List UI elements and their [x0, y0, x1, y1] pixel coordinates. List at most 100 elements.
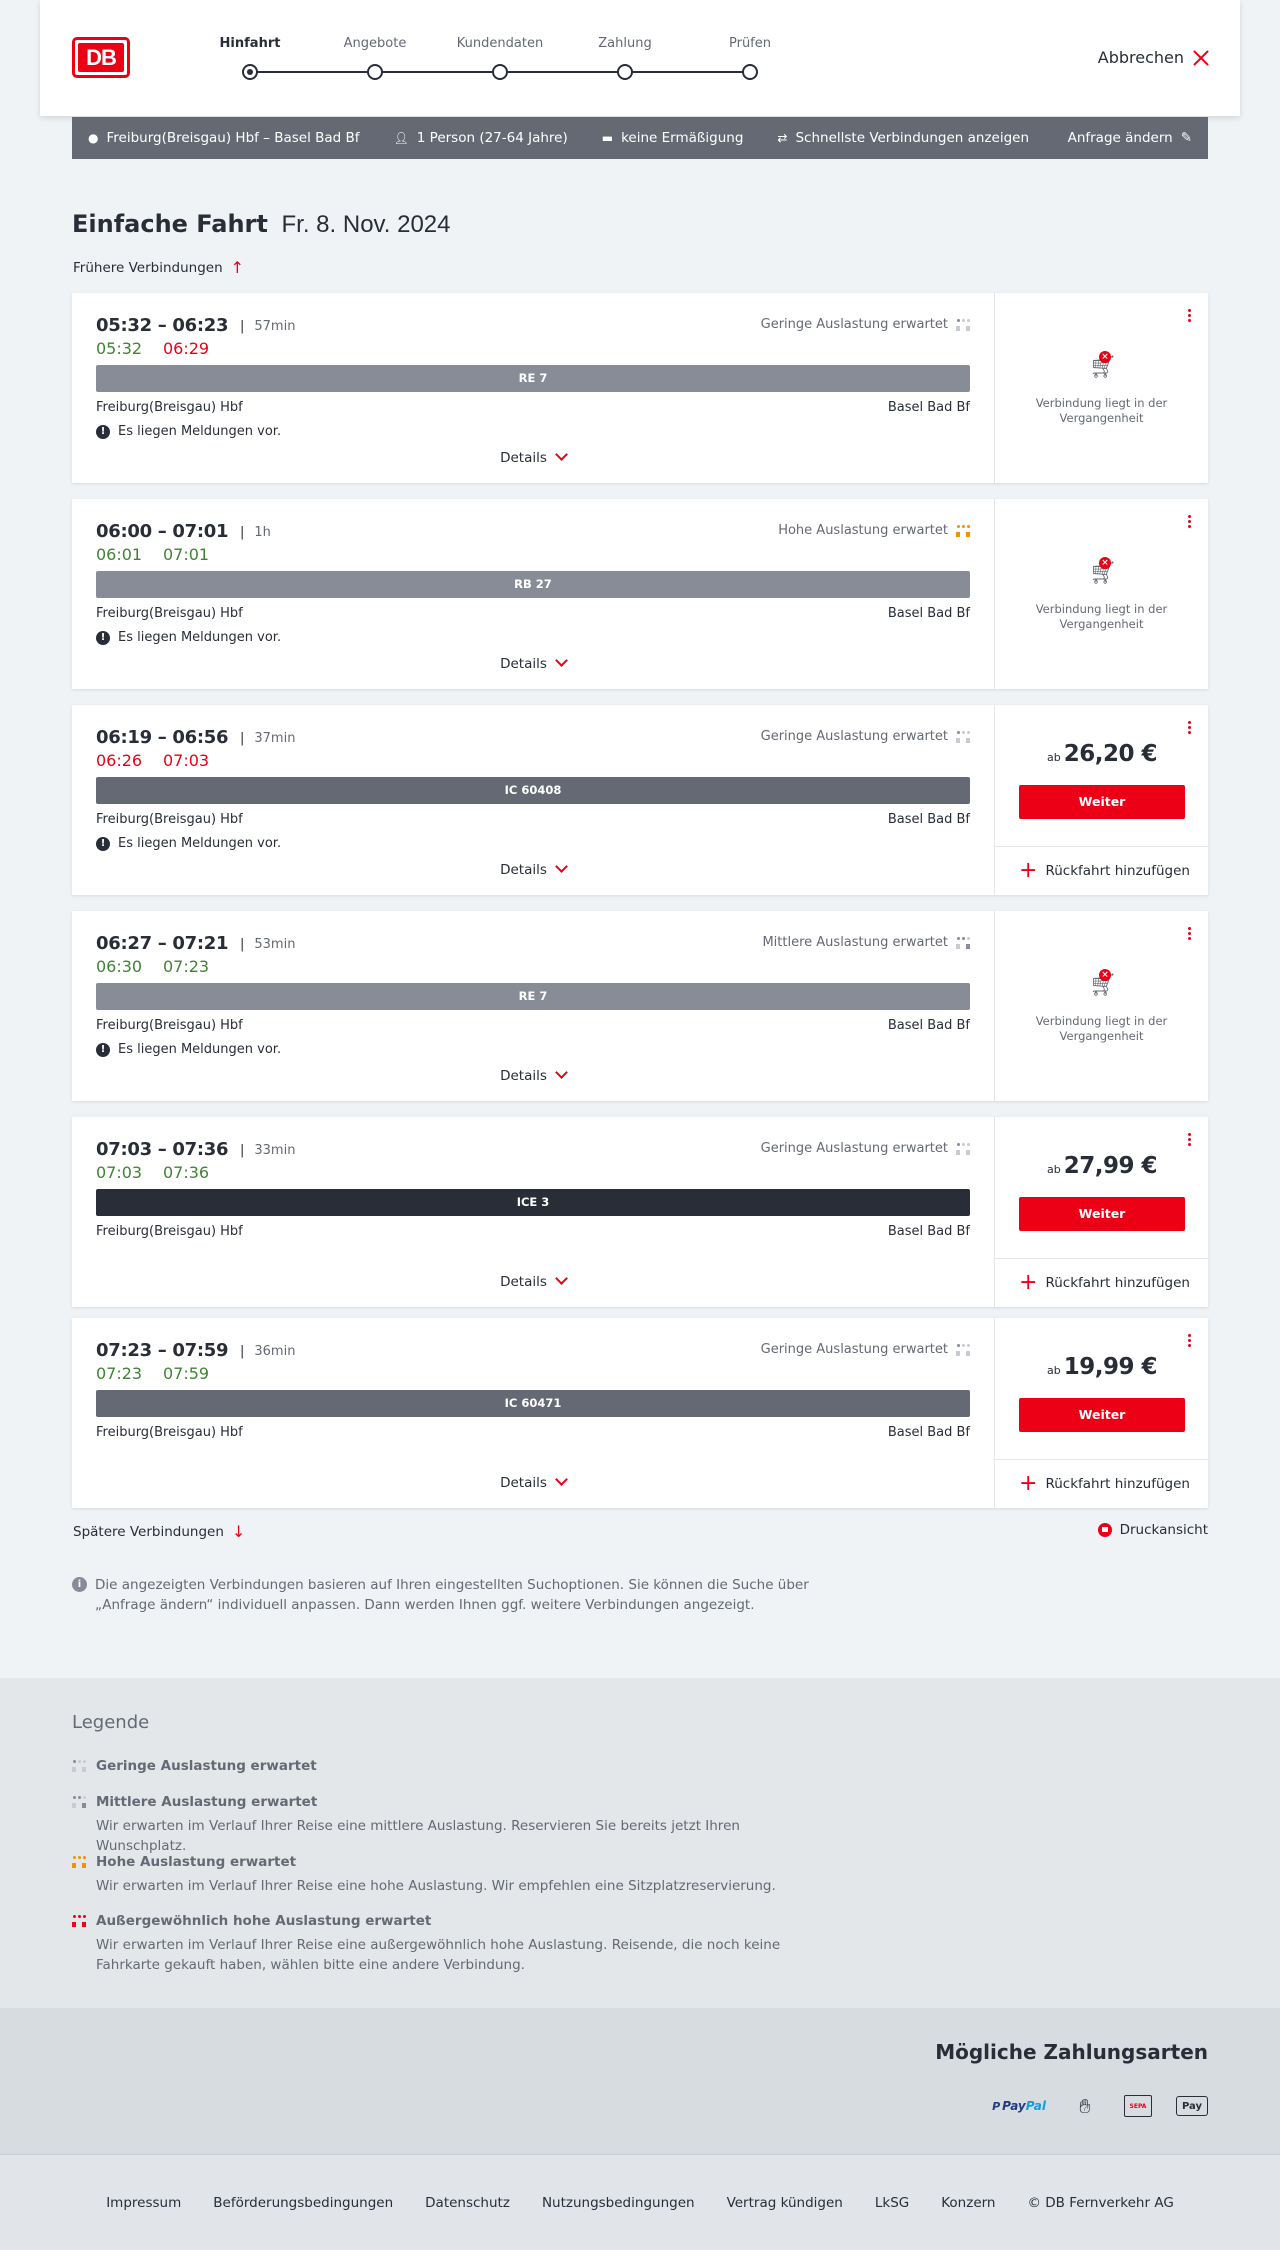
footer-link-vertrag-kuendigen[interactable]: Vertrag kündigen: [727, 2195, 843, 2211]
connection-card[interactable]: 05:32 – 06:23 57min 05:32 06:29 Geringe Ausl…: [72, 293, 1208, 483]
apple-pay-icon: Pay: [1176, 2096, 1208, 2116]
legend-item-label: Außergewöhnlich hohe Auslastung erwartet: [96, 1913, 432, 1929]
connection-main: 06:27 – 07:21 53min 06:30 07:23 Mittlere Aus…: [72, 911, 994, 1101]
train-line-bar[interactable]: IC 60408: [96, 777, 970, 804]
occupancy-dot: [956, 1343, 960, 1347]
connection-card[interactable]: 06:19 – 06:56 37min 06:26 07:03 Geringe Ausl…: [72, 705, 1208, 895]
occupancy-bar: [956, 943, 960, 949]
departure-station: Freiburg(Breisgau) Hbf: [96, 812, 243, 827]
realtime-arrival: 07:03: [163, 751, 210, 770]
apple-pay-text: Pay: [1181, 2100, 1203, 2112]
paypal-icon: P Pay Pal: [992, 2099, 1046, 2113]
footer-link-nutzungsbedingungen[interactable]: Nutzungsbedingungen: [542, 2195, 695, 2211]
print-view-link[interactable]: Druckansicht: [1097, 1522, 1208, 1538]
footer-link-datenschutz[interactable]: Datenschutz: [425, 2195, 510, 2211]
passenger-summary[interactable]: 👤︎ 1 Person (27-64 Jahre): [394, 130, 568, 146]
page-title: Einfache Fahrt Fr. 8. Nov. 2024: [72, 210, 451, 239]
connection-offer: 🛒︎ × Verbindung liegt in der Vergangenheit: [994, 293, 1208, 483]
later-connections-link[interactable]: Spätere Verbindungen ↓: [73, 1522, 245, 1541]
notice-text: Es liegen Meldungen vor.: [118, 836, 282, 851]
occupancy-dot: [77, 1915, 81, 1918]
occupancy-dot: [72, 1760, 76, 1763]
occupancy-text: Geringe Auslastung erwartet: [760, 1342, 948, 1357]
connection-card[interactable]: 06:00 – 07:01 1h 06:01 07:01 Hohe Auslastung…: [72, 499, 1208, 689]
earlier-connections-link[interactable]: Frühere Verbindungen ↑: [73, 258, 244, 277]
sepa-text: SEPA: [1129, 2102, 1147, 2110]
train-line-bar[interactable]: RE 7: [96, 983, 970, 1010]
details-toggle[interactable]: Details: [72, 654, 994, 672]
edit-request-button[interactable]: Anfrage ändern ✎: [1068, 130, 1192, 146]
travel-date: Fr. 8. Nov. 2024: [281, 211, 451, 238]
train-line-bar[interactable]: ICE 3: [96, 1189, 970, 1216]
info-text: Die angezeigten Verbindungen basieren au…: [95, 1577, 809, 1613]
step-angebote: Angebote: [315, 34, 435, 80]
more-options-icon[interactable]: [1188, 721, 1192, 737]
details-toggle[interactable]: Details: [72, 1473, 994, 1491]
occupancy-bar: [966, 737, 970, 743]
continue-button[interactable]: Weiter: [1019, 1197, 1185, 1231]
x-badge-icon: ×: [1099, 557, 1111, 569]
add-return-trip-button[interactable]: + Rückfahrt hinzufügen: [995, 1258, 1208, 1307]
occupancy-dot: [966, 318, 970, 322]
route-summary[interactable]: ● Freiburg(Breisgau) Hbf – Basel Bad Bf: [88, 130, 360, 146]
fastest-summary[interactable]: ⇄ Schnellste Verbindungen anzeigen: [777, 130, 1029, 146]
continue-button[interactable]: Weiter: [1019, 785, 1185, 819]
footer-link-lksg[interactable]: LkSG: [875, 2195, 909, 2211]
more-options-icon[interactable]: [1188, 927, 1192, 943]
scheduled-times: 06:19 – 06:56: [96, 727, 229, 748]
legend-item-medium: Mittlere Auslastung erwartet Wir erwarten…: [72, 1794, 832, 1856]
occupancy-high-icon: [956, 524, 970, 537]
discount-summary[interactable]: ▬ keine Ermäßigung: [602, 130, 744, 146]
more-options-icon[interactable]: [1188, 1133, 1192, 1149]
details-toggle[interactable]: Details: [72, 860, 994, 878]
occupancy-text: Geringe Auslastung erwartet: [760, 1141, 948, 1156]
occupancy-bar: [966, 1350, 970, 1356]
later-label: Spätere Verbindungen: [73, 1523, 224, 1540]
more-options-icon[interactable]: [1188, 515, 1192, 531]
step-zahlung: Zahlung: [565, 34, 685, 80]
step-hinfahrt: Hinfahrt: [190, 34, 310, 80]
occupancy-bar: [82, 1922, 86, 1927]
footer: Impressum Beförderungsbedingungen Datens…: [0, 2154, 1280, 2250]
more-options-icon[interactable]: [1188, 1334, 1192, 1350]
trip-type: Einfache Fahrt: [72, 210, 268, 238]
connection-card[interactable]: 07:03 – 07:36 33min 07:03 07:36 Geringe Ausl…: [72, 1117, 1208, 1307]
details-toggle[interactable]: Details: [72, 1066, 994, 1084]
footer-link-befoerderungsbedingungen[interactable]: Beförderungsbedingungen: [213, 2195, 393, 2211]
duration: 1h: [240, 525, 271, 540]
legend-item-title: Mittlere Auslastung erwartet: [72, 1794, 832, 1810]
occupancy-dot: [966, 1142, 970, 1146]
db-logo[interactable]: DB: [72, 37, 130, 78]
footer-link-impressum[interactable]: Impressum: [106, 2195, 181, 2211]
add-return-trip-button[interactable]: + Rückfahrt hinzufügen: [995, 846, 1208, 895]
occupancy-bar: [72, 1922, 76, 1927]
train-line-bar[interactable]: RE 7: [96, 365, 970, 392]
connection-card[interactable]: 06:27 – 07:21 53min 06:30 07:23 Mittlere Aus…: [72, 911, 1208, 1101]
continue-button[interactable]: Weiter: [1019, 1398, 1185, 1432]
occupancy-dot: [77, 1760, 81, 1763]
realtime-arrival: 07:01: [163, 545, 210, 564]
connection-card[interactable]: 07:23 – 07:59 36min 07:23 07:59 Geringe Ausl…: [72, 1318, 1208, 1508]
legend-title: Legende: [72, 1712, 150, 1733]
step-label: Hinfahrt: [219, 36, 281, 51]
fastest-text: Schnellste Verbindungen anzeigen: [795, 130, 1030, 146]
add-return-label: Rückfahrt hinzufügen: [1045, 1476, 1190, 1492]
legend-item-description: Wir erwarten im Verlauf Ihrer Reise eine…: [96, 1818, 740, 1854]
cancel-button[interactable]: Abbrechen: [1098, 48, 1210, 67]
footer-link-konzern[interactable]: Konzern: [941, 2195, 995, 2211]
train-line-bar[interactable]: RB 27: [96, 571, 970, 598]
details-toggle[interactable]: Details: [72, 1272, 994, 1290]
details-toggle[interactable]: Details: [72, 448, 994, 466]
add-return-trip-button[interactable]: + Rückfahrt hinzufügen: [995, 1459, 1208, 1508]
step-dot: [492, 64, 508, 80]
occupancy-extreme-icon: [72, 1915, 86, 1927]
header: DB Hinfahrt Angebote Kundendaten Zahlung…: [40, 0, 1240, 116]
connection-main: 07:23 – 07:59 36min 07:23 07:59 Geringe Ausl…: [72, 1318, 994, 1508]
occupancy-bar: [82, 1863, 86, 1868]
train-line-bar[interactable]: IC 60471: [96, 1390, 970, 1417]
occupancy-bar: [956, 737, 960, 743]
legend-item-high: Hohe Auslastung erwartet Wir erwarten im …: [72, 1854, 832, 1896]
legend-item-title: Hohe Auslastung erwartet: [72, 1854, 832, 1870]
more-options-icon[interactable]: [1188, 309, 1192, 325]
occupancy-dot: [966, 730, 970, 734]
